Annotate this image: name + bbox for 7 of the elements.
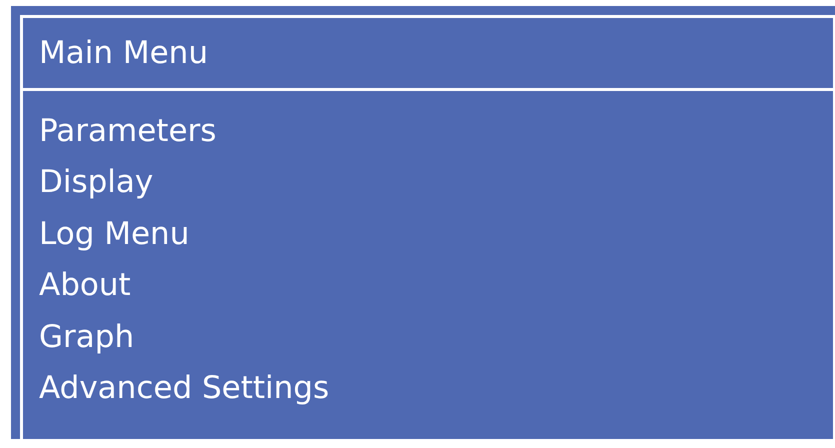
menu-item[interactable]: Parameters <box>39 106 216 158</box>
menu-item[interactable]: Graph <box>39 312 134 364</box>
menu-item[interactable]: Log Menu <box>39 208 190 260</box>
menu-item[interactable]: Display <box>39 157 154 209</box>
menu-title: Main Menu <box>39 35 208 71</box>
menu-item[interactable]: About <box>39 260 131 312</box>
menu-item[interactable]: Advanced Settings <box>39 363 330 414</box>
